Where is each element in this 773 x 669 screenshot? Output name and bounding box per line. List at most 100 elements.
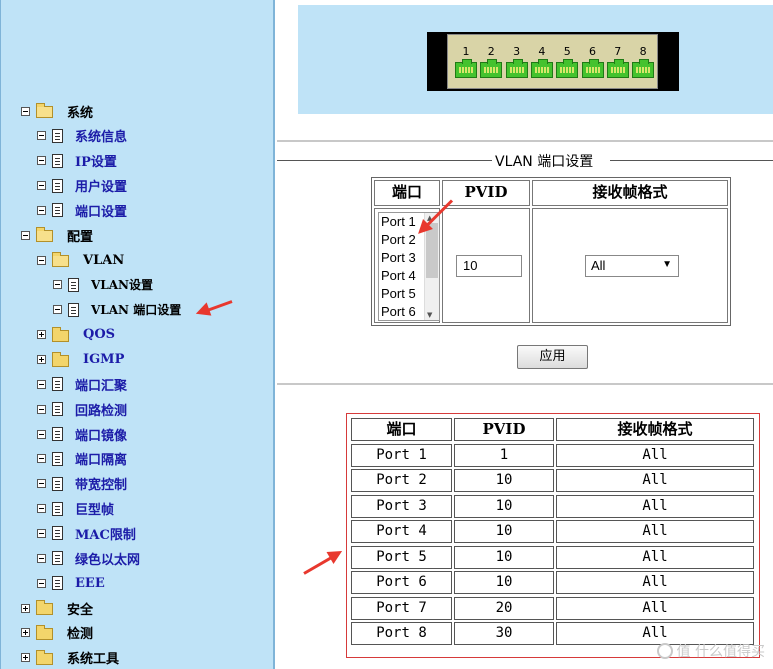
divider [277,140,773,142]
expand-icon[interactable] [37,355,46,364]
table-cell: Port 1 [351,443,452,467]
frame-format-select[interactable]: All ▼ [585,255,679,277]
tree-item[interactable]: 绿色以太网 [37,547,140,569]
table-cell: 10 [454,545,554,569]
table-cell: Port 5 [351,545,452,569]
scroll-down-icon[interactable]: ▼ [427,311,432,319]
expand-icon[interactable] [21,603,30,613]
tree-item-label[interactable]: 端口汇聚 [75,375,127,394]
table-cell: Port 2 [351,469,452,492]
watermark: 值 什么值得买 [656,641,765,661]
folder-icon [52,326,69,342]
tree-item[interactable]: VLAN设置 [53,274,153,296]
tree-item-label[interactable]: 配置 [67,226,93,245]
tree-item-label[interactable]: IP设置 [75,151,117,170]
watermark-logo-icon [656,643,673,659]
tree-item-label[interactable]: 绿色以太网 [75,549,140,568]
section-title: VLAN 端口设置 [495,154,594,170]
collapse-icon[interactable] [37,429,46,439]
tree-item[interactable]: 端口设置 [37,199,127,221]
collapse-icon[interactable] [37,255,46,265]
pvid-cell: 10 [442,208,530,323]
collapse-icon[interactable] [37,404,46,414]
table-cell: All [556,545,754,569]
collapse-icon[interactable] [21,230,30,240]
tree-item-label[interactable]: 安全 [67,599,93,618]
fieldset-border [610,160,773,161]
tree-item[interactable]: 系统信息 [37,125,127,147]
expand-icon[interactable] [21,628,30,638]
page-icon [52,178,63,193]
page-icon [52,451,63,466]
tree-item[interactable]: 端口镜像 [37,423,127,445]
fieldset-border [277,160,492,161]
tree-item[interactable]: EEE [37,572,105,594]
collapse-icon[interactable] [37,578,46,588]
collapse-icon[interactable] [37,181,46,191]
tree-item[interactable]: VLAN 端口设置 [53,299,181,321]
expand-icon[interactable] [21,653,30,663]
tree-item[interactable]: 配置 [21,224,93,246]
tree-item-label[interactable]: 端口设置 [75,201,127,220]
tree-item[interactable]: 端口隔离 [37,448,127,470]
tree-item-label[interactable]: QOS [83,327,115,342]
collapse-icon[interactable] [37,379,46,389]
switch-device-image: 1 2 3 4 5 6 7 8 [427,32,679,91]
tree-item[interactable]: MAC限制 [37,522,136,544]
tree-item-label[interactable]: 回路检测 [75,400,127,419]
tree-item-label[interactable]: VLAN 端口设置 [91,301,181,318]
tree-item[interactable]: 巨型帧 [37,498,114,520]
tree-item-label[interactable]: 用户设置 [75,176,127,195]
tree-item[interactable]: IGMP [37,349,124,371]
collapse-icon[interactable] [37,553,46,563]
tree-item-label[interactable]: IGMP [83,352,124,367]
ethernet-port-icon [606,59,629,78]
pvid-input[interactable]: 10 [456,255,522,277]
tree-item-label[interactable]: 系统工具 [67,648,119,667]
port-number-label: 2 [487,45,495,58]
tree-item[interactable]: 检测 [21,622,93,644]
tree-item[interactable]: 系统 [21,100,93,122]
collapse-icon[interactable] [37,479,46,489]
collapse-icon[interactable] [37,205,46,215]
collapse-icon[interactable] [53,280,62,290]
tree-item-label[interactable]: 检测 [67,623,93,642]
tree-item[interactable]: 安全 [21,597,93,619]
tree-item[interactable]: 端口汇聚 [37,373,127,395]
tree-item[interactable]: IP设置 [37,150,117,172]
collapse-icon[interactable] [37,454,46,464]
page-icon [52,476,63,491]
tree-item[interactable]: 回路检测 [37,398,127,420]
tree-item-label[interactable]: 带宽控制 [75,474,127,493]
collapse-icon[interactable] [37,131,46,141]
collapse-icon[interactable] [37,504,46,514]
tree-item[interactable]: VLAN [37,249,124,271]
collapse-icon[interactable] [21,106,30,116]
tree-item[interactable]: 带宽控制 [37,473,127,495]
ethernet-port-icon [530,59,553,78]
tree-item-label[interactable]: EEE [75,576,105,591]
tree-item[interactable]: 用户设置 [37,175,127,197]
tree-item[interactable]: QOS [37,324,115,346]
table-cell: All [556,469,754,492]
expand-icon[interactable] [37,330,46,340]
tree-item-label[interactable]: 端口隔离 [75,449,127,468]
collapse-icon[interactable] [37,528,46,538]
port-number-label: 7 [614,45,622,58]
tree-item-label[interactable]: VLAN [83,253,124,268]
tree-item-label[interactable]: 巨型帧 [75,499,114,518]
folder-icon [36,649,53,665]
tree-item-label[interactable]: 端口镜像 [75,425,127,444]
tree-item[interactable]: 系统工具 [21,647,119,669]
tree-item-label[interactable]: VLAN设置 [91,276,153,293]
table-cell: All [556,596,754,620]
collapse-icon[interactable] [53,305,62,315]
apply-button[interactable]: 应用 [517,345,588,369]
table-cell: 10 [454,571,554,594]
page-icon [52,501,63,516]
tree-item-label[interactable]: MAC限制 [75,524,136,543]
collapse-icon[interactable] [37,156,46,166]
tree-item-label[interactable]: 系统 [67,102,93,121]
tree-item-label[interactable]: 系统信息 [75,126,127,145]
table-cell: Port 3 [351,494,452,518]
